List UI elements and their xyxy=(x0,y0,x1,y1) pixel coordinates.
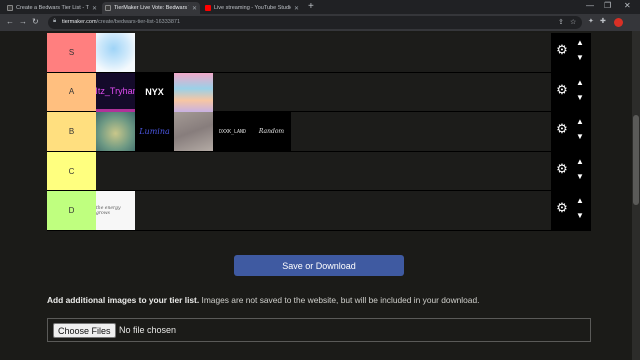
reload-icon[interactable]: ↻ xyxy=(32,17,39,26)
back-icon[interactable]: ← xyxy=(6,17,14,26)
chevron-up-icon[interactable]: ▲ xyxy=(576,78,584,87)
close-window-icon[interactable]: ✕ xyxy=(624,1,631,10)
tier-row-c: C ⚙ ▲ ▼ xyxy=(47,151,591,192)
chevron-down-icon[interactable]: ▼ xyxy=(576,54,584,62)
bookmark-star-icon[interactable]: ☆ xyxy=(570,18,576,26)
chevron-up-icon[interactable]: ▲ xyxy=(576,197,584,205)
tiermaker-favicon-icon xyxy=(105,5,111,11)
random-image[interactable]: Random xyxy=(252,112,291,152)
close-tab-icon[interactable]: ✕ xyxy=(92,5,97,12)
tier-row-s: S ⚙ ▲ ▼ xyxy=(47,33,591,73)
profile-avatar[interactable] xyxy=(614,18,623,27)
tier-row-d: Dthe energy grows ⚙ ▲ ▼ xyxy=(47,191,591,231)
tier-controls: ⚙ ▲ ▼ xyxy=(551,33,591,72)
chevron-down-icon[interactable]: ▼ xyxy=(576,212,584,220)
puzzle-icon[interactable]: ✚ xyxy=(600,17,606,25)
tier-row-a: A Itz_Tryhar NYX ⚙ ▲ ▼ xyxy=(47,72,591,113)
blue-watercolor-image[interactable] xyxy=(96,33,135,72)
chevron-down-icon[interactable]: ▼ xyxy=(576,93,584,102)
chevron-down-icon[interactable]: ▼ xyxy=(576,172,584,181)
tiermaker-favicon-icon xyxy=(7,5,13,11)
gear-icon[interactable]: ⚙ xyxy=(555,161,569,176)
youtube-favicon-icon xyxy=(205,5,211,11)
chevron-up-icon[interactable]: ▲ xyxy=(576,118,584,126)
green-sky-image[interactable] xyxy=(96,112,135,152)
tab-2[interactable]: Live streaming - YouTube Studio ✕ xyxy=(202,2,302,14)
tab-0[interactable]: Create a Bedwars Tier List - Tier ✕ xyxy=(4,2,100,14)
gear-icon[interactable]: ⚙ xyxy=(555,201,569,215)
forward-icon[interactable]: → xyxy=(19,17,27,26)
upload-instructions: Add additional images to your tier list.… xyxy=(47,295,480,305)
tier-items xyxy=(96,33,135,72)
tier-label[interactable]: C xyxy=(47,151,96,191)
chevron-down-icon[interactable]: ▼ xyxy=(576,133,584,141)
dxxk-land-image[interactable]: DXXK_LAND xyxy=(213,112,252,152)
tier-items: the energy grows xyxy=(96,191,135,231)
tab-title: Live streaming - YouTube Studio xyxy=(214,5,291,11)
tier-items: Itz_Tryhar NYX xyxy=(96,72,213,112)
gear-icon[interactable]: ⚙ xyxy=(555,82,569,97)
tier-label[interactable]: A xyxy=(47,72,96,112)
url-text: tiermaker.com/create/bedwars-tier-list-1… xyxy=(62,19,181,25)
itz-tryhard-image[interactable]: Itz_Tryhar xyxy=(96,72,135,112)
scrollbar-thumb[interactable] xyxy=(633,115,639,205)
tier-controls: ⚙ ▲ ▼ xyxy=(551,72,591,112)
pastel-sky-image[interactable] xyxy=(174,72,213,112)
extension-icon[interactable]: ✦ xyxy=(588,17,594,25)
tier-controls: ⚙ ▲ ▼ xyxy=(551,112,591,151)
nyx-image[interactable]: NYX xyxy=(135,72,174,112)
gear-icon[interactable]: ⚙ xyxy=(555,43,569,57)
browser-tab-bar: Create a Bedwars Tier List - Tier ✕ Tier… xyxy=(0,0,640,14)
tab-1[interactable]: TierMaker Live Vote: Bedwars Ti ✕ xyxy=(102,2,200,14)
tier-label[interactable]: B xyxy=(47,112,96,151)
tier-items: Lumina DXXK_LAND Random xyxy=(96,112,291,152)
file-status: No file chosen xyxy=(119,325,177,335)
tier-list: S ⚙ ▲ ▼ A Itz_Tryhar NYX ⚙ ▲ ▼ B Lumina DXXK_LAND Ran… xyxy=(47,33,591,231)
chevron-up-icon[interactable]: ▲ xyxy=(576,39,584,47)
tier-row-b: B Lumina DXXK_LAND Random ⚙ ▲ ▼ xyxy=(47,112,591,152)
tab-title: Create a Bedwars Tier List - Tier xyxy=(16,5,89,11)
handwriting-image[interactable]: the energy grows xyxy=(96,191,135,231)
close-tab-icon[interactable]: ✕ xyxy=(192,5,197,12)
signature-image[interactable]: Lumina xyxy=(135,112,174,152)
minimize-icon[interactable]: — xyxy=(586,1,594,10)
lock-icon: 🔒︎ xyxy=(53,18,57,24)
maximize-icon[interactable]: ❐ xyxy=(604,1,611,10)
tab-title: TierMaker Live Vote: Bedwars Ti xyxy=(114,5,189,11)
choose-files-button[interactable]: Choose Files xyxy=(53,323,116,338)
address-bar: ← → ↻ 🔒︎ tiermaker.com/create/bedwars-ti… xyxy=(0,14,640,31)
chevron-up-icon[interactable]: ▲ xyxy=(576,157,584,166)
save-or-download-button[interactable]: Save or Download xyxy=(234,255,404,276)
new-tab-button[interactable]: + xyxy=(308,1,314,12)
faded-photo-image[interactable] xyxy=(174,112,213,152)
tier-controls: ⚙ ▲ ▼ xyxy=(551,151,591,191)
tier-controls: ⚙ ▲ ▼ xyxy=(551,191,591,230)
tier-label[interactable]: D xyxy=(47,191,96,230)
close-tab-icon[interactable]: ✕ xyxy=(294,5,299,12)
page-scrollbar[interactable] xyxy=(632,31,640,360)
file-upload: Choose Files No file chosen xyxy=(47,318,591,342)
gear-icon[interactable]: ⚙ xyxy=(555,122,569,136)
tier-label[interactable]: S xyxy=(47,33,96,72)
share-icon[interactable]: ⇪ xyxy=(558,18,564,26)
url-field[interactable]: 🔒︎ tiermaker.com/create/bedwars-tier-lis… xyxy=(48,16,582,29)
